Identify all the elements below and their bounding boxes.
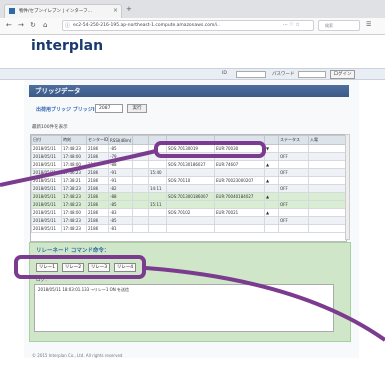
arrow-line-status — [0, 149, 157, 187]
annotation-arrows — [0, 149, 385, 342]
arrow-line-relay — [145, 266, 385, 342]
